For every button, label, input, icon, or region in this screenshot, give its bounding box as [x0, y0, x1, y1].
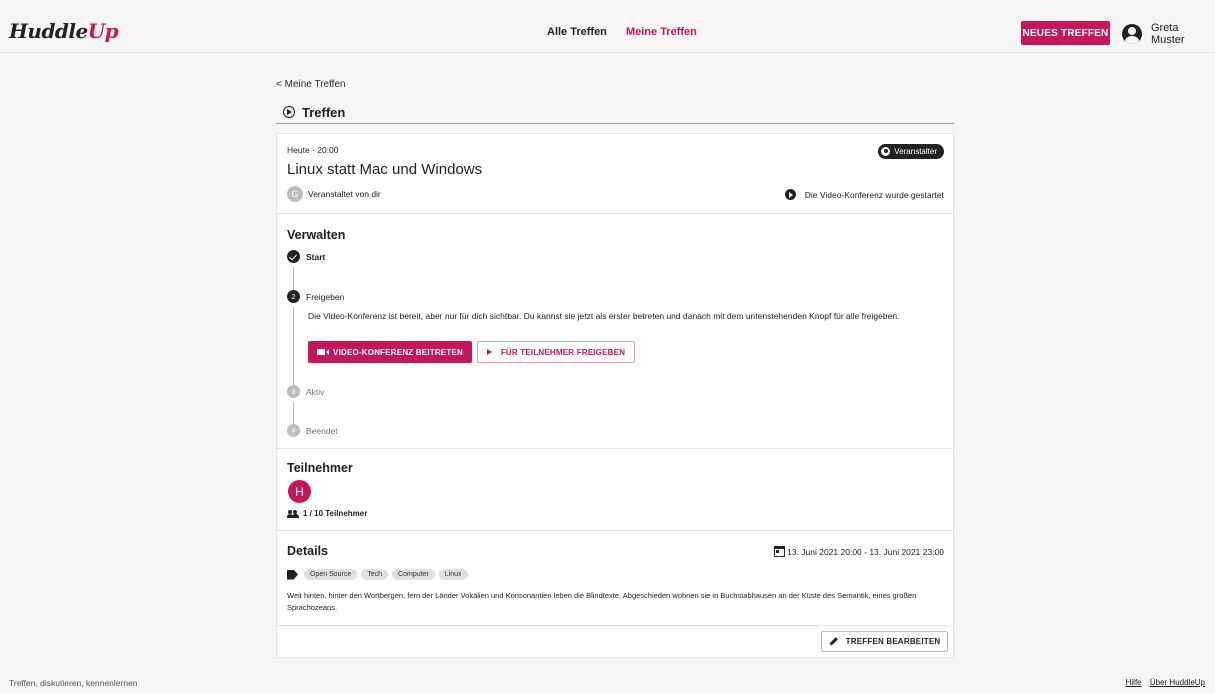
meeting-card: Heute · 20:00 Veranstalter Linux statt M…: [276, 133, 954, 658]
step-start: Start: [287, 250, 325, 263]
edit-meeting-button[interactable]: TREFFEN BEARBEITEN: [821, 631, 948, 652]
join-video-button[interactable]: VIDEO-KONFERENZ BEITRETEN: [308, 341, 472, 363]
join-video-label: VIDEO-KONFERENZ BEITRETEN: [333, 347, 463, 357]
main-nav: Alle Treffen Meine Treffen: [547, 26, 713, 38]
share-with-participants-button[interactable]: FÜR TEILNEHMER FREIGEBEN: [477, 341, 635, 363]
date-range-label: 13. Juni 2021 20:00 - 13. Juni 2021 23:0…: [787, 546, 944, 557]
host-label: Veranstaltet von dir: [308, 189, 381, 199]
logo-text-main: Huddle: [9, 19, 88, 43]
meeting-host: G Veranstaltet von dir: [287, 186, 381, 202]
play-arrow-icon: [486, 349, 492, 355]
participants-section: Teilnehmer H 1 / 10 Teilnehmer: [277, 449, 953, 531]
card-actions: TREFFEN BEARBEITEN: [277, 626, 953, 658]
videocam-icon: [317, 349, 330, 355]
participant-count-label: 1 / 10 Teilnehmer: [303, 509, 368, 518]
meeting-description: Weit hinten, hinter den Wortbergen, fern…: [287, 591, 917, 612]
stepper-connector: [293, 402, 294, 424]
step-label: Freigeben: [306, 291, 345, 302]
pencil-icon: [829, 637, 838, 646]
user-menu[interactable]: Greta Muster: [1122, 22, 1215, 46]
role-badge: Veranstalter: [878, 144, 944, 159]
host-avatar: G: [287, 186, 303, 202]
stepper-connector: [293, 267, 294, 292]
footer-tagline: Treffen, diskutieren, kennenlernen: [9, 678, 138, 688]
huddleup-logo[interactable]: HuddleUp: [9, 19, 119, 43]
tag-chip[interactable]: Open Source: [304, 569, 358, 580]
new-meeting-button[interactable]: NEUES TREFFEN: [1021, 21, 1110, 45]
meeting-title: Linux statt Mac und Windows: [287, 161, 483, 178]
footer-links: Hilfe Über HuddleUp: [1120, 678, 1205, 687]
calendar-icon: [774, 546, 786, 557]
tag-chip[interactable]: Linux: [438, 569, 468, 580]
manage-heading: Verwalten: [287, 228, 346, 242]
play-circle-icon: [283, 106, 295, 118]
participant-count: 1 / 10 Teilnehmer: [287, 509, 367, 518]
nav-all-meetings[interactable]: Alle Treffen: [547, 26, 607, 38]
footer-link-help[interactable]: Hilfe: [1126, 678, 1142, 687]
people-icon: [287, 509, 299, 518]
step-label: Aktiv: [306, 386, 325, 397]
meeting-summary: Heute · 20:00 Veranstalter Linux statt M…: [277, 134, 953, 214]
step-share: 2 Freigeben: [287, 290, 344, 303]
step-number: 2: [287, 290, 300, 303]
page-section-title: Treffen: [276, 101, 954, 124]
details-heading: Details: [287, 544, 328, 558]
page-title: Treffen: [302, 104, 346, 120]
date-range: 13. Juni 2021 20:00 - 13. Juni 2021 23:0…: [774, 546, 944, 557]
tag-chip[interactable]: Tech: [361, 569, 389, 580]
step-number: 3: [287, 385, 300, 398]
nav-my-meetings[interactable]: Meine Treffen: [626, 26, 697, 38]
tag-list: Open Source Tech Computer Linux: [287, 569, 472, 580]
step-ended: 4 Beendet: [287, 424, 338, 437]
edit-meeting-label: TREFFEN BEARBEITEN: [845, 637, 941, 646]
user-name: Greta Muster: [1150, 22, 1185, 46]
role-badge-label: Veranstalter: [894, 147, 937, 156]
step-active: 3 Aktiv: [287, 385, 324, 398]
video-status-label: Die Video-Konferenz wurde gestartet: [804, 189, 944, 200]
footer-link-about[interactable]: Über HuddleUp: [1150, 678, 1205, 687]
details-section: Details 13. Juni 2021 20:00 - 13. Juni 2…: [277, 531, 953, 626]
tag-icon: [287, 569, 298, 580]
video-status: Die Video-Konferenz wurde gestartet: [784, 189, 944, 200]
step-label: Beendet: [306, 425, 338, 436]
stepper-connector: [293, 307, 294, 386]
step-share-description: Die Video-Konferenz ist bereit, aber nur…: [308, 311, 900, 321]
breadcrumb-back-link[interactable]: < Meine Treffen: [276, 79, 346, 90]
logo-text-accent: Up: [87, 19, 119, 43]
play-circle-icon: [784, 189, 796, 200]
meeting-date: Heute · 20:00: [287, 145, 339, 155]
check-icon: [287, 250, 300, 263]
tag-chip[interactable]: Computer: [392, 569, 435, 580]
account-circle-icon: [1122, 24, 1142, 44]
account-circle-icon: [881, 147, 891, 156]
share-label: FÜR TEILNEHMER FREIGEBEN: [500, 347, 626, 357]
step-label: Start: [306, 251, 326, 262]
participant-avatar[interactable]: H: [288, 480, 311, 503]
top-app-bar: HuddleUp Alle Treffen Meine Treffen NEUE…: [0, 13, 1215, 53]
participants-heading: Teilnehmer: [287, 461, 353, 475]
step-number: 4: [287, 424, 300, 437]
manage-section: Verwalten Start 2 Freigeben Die Video-Ko…: [277, 214, 953, 449]
